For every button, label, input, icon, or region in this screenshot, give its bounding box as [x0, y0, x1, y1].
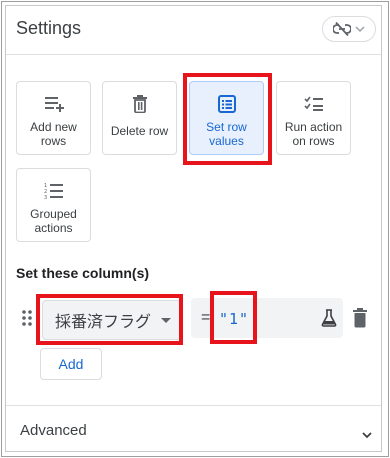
numbered-list-icon: 1 2 3 — [44, 181, 64, 201]
panel-title: Settings — [16, 18, 82, 38]
tile-label: Add new rows — [30, 120, 77, 148]
advanced-divider — [6, 405, 381, 406]
caret-down-icon — [161, 318, 171, 323]
equals-sign: = — [201, 309, 211, 326]
column-select[interactable]: 採番済フラグ — [42, 300, 182, 340]
tile-label: Run action on rows — [284, 120, 343, 148]
trash-icon — [130, 94, 150, 114]
trash-icon[interactable] — [352, 308, 368, 333]
action-tile-grouped-actions[interactable]: 1 2 3 Grouped actions — [16, 168, 91, 242]
header-divider — [6, 54, 381, 55]
action-tile-delete-row[interactable]: Delete row — [102, 81, 177, 155]
tile-label: Set row values — [206, 120, 247, 148]
expression-field[interactable]: = "1" — [191, 298, 343, 338]
flask-icon[interactable] — [321, 309, 337, 332]
expression-value: "1" — [219, 310, 250, 328]
link-toggle-button[interactable] — [322, 16, 376, 42]
svg-text:3: 3 — [44, 195, 47, 200]
action-tile-add-new-rows[interactable]: Add new rows — [16, 81, 91, 155]
advanced-section-toggle[interactable]: Advanced — [20, 422, 87, 439]
column-select-value: 採番済フラグ — [55, 314, 152, 331]
checklist-icon — [303, 94, 324, 114]
add-rows-icon — [44, 94, 64, 114]
add-column-button[interactable]: Add — [40, 348, 102, 380]
tile-label: Grouped actions — [30, 207, 77, 235]
set-columns-heading: Set these column(s) — [16, 265, 150, 281]
drag-handle-icon[interactable] — [21, 308, 33, 328]
chevron-down-icon — [355, 25, 365, 33]
table-edit-icon — [217, 94, 237, 114]
link-off-icon — [333, 22, 351, 36]
chevron-down-icon[interactable] — [362, 426, 372, 444]
action-tile-set-row-values[interactable]: Set row values — [189, 81, 264, 155]
tile-label: Delete row — [110, 124, 169, 138]
action-tile-run-action-on-rows[interactable]: Run action on rows — [276, 81, 351, 155]
settings-panel: Settings Add new rows Delete row Set row… — [5, 5, 382, 452]
